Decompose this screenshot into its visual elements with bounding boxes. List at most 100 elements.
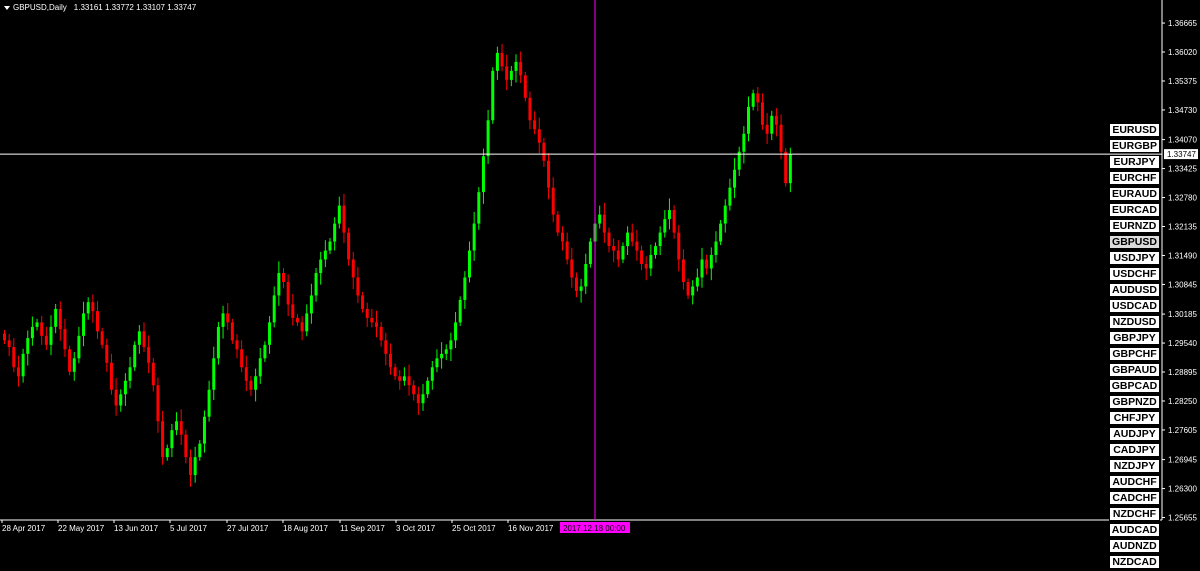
candle <box>337 196 341 229</box>
symbol-button-audnzd[interactable]: AUDNZD <box>1109 539 1160 553</box>
candle <box>612 238 616 263</box>
symbol-button-euraud[interactable]: EURAUD <box>1109 187 1160 201</box>
candle <box>72 352 76 381</box>
candle-body <box>179 421 183 435</box>
candle-body <box>574 277 578 291</box>
symbol-button-eurcad[interactable]: EURCAD <box>1109 203 1160 217</box>
candle <box>133 341 137 371</box>
candle <box>342 193 346 243</box>
symbol-button-gbpnzd[interactable]: GBPNZD <box>1109 395 1160 409</box>
candle-body <box>760 102 764 125</box>
price-chart[interactable]: 1.36665 1.36020 1.35375 1.34730 1.34070 1.334… <box>0 0 1200 538</box>
candle <box>314 268 318 302</box>
candle-body <box>430 367 434 381</box>
candle-body <box>109 362 113 390</box>
candle-body <box>402 376 406 381</box>
symbol-button-gbpcad[interactable]: GBPCAD <box>1109 379 1160 393</box>
symbol-button-gbpusd[interactable]: GBPUSD <box>1109 235 1160 249</box>
candle <box>216 321 220 365</box>
candle-body <box>272 295 276 323</box>
candle-body <box>7 340 11 348</box>
candle <box>189 449 192 487</box>
symbol-button-audcad[interactable]: AUDCAD <box>1109 523 1160 537</box>
candle-body <box>686 281 690 296</box>
candle <box>198 440 202 461</box>
candle <box>444 344 448 361</box>
symbol-button-usdchf[interactable]: USDCHF <box>1109 267 1160 281</box>
candle-body <box>616 250 620 260</box>
symbol-button-nzdcad[interactable]: NZDCAD <box>1109 555 1160 569</box>
candle <box>774 108 778 137</box>
symbol-button-gbpaud[interactable]: GBPAUD <box>1109 363 1160 377</box>
candle <box>375 310 378 338</box>
symbol-button-audchf[interactable]: AUDCHF <box>1109 475 1160 489</box>
candle <box>44 326 48 350</box>
candle-body <box>491 70 495 121</box>
candle <box>91 294 95 323</box>
candle <box>361 291 365 313</box>
symbol-button-usdcad[interactable]: USDCAD <box>1109 299 1160 313</box>
candle <box>128 356 132 389</box>
candle <box>700 247 704 288</box>
candle-body <box>537 129 541 143</box>
candle-body <box>463 277 467 300</box>
price-axis: 1.36665 1.36020 1.35375 1.34730 1.34070 1.334… <box>1162 19 1197 523</box>
candle <box>333 217 337 251</box>
candle-body <box>254 376 258 390</box>
candle-body <box>198 443 202 458</box>
candle-body <box>695 277 699 287</box>
candle <box>263 341 267 362</box>
candle-body <box>128 367 132 381</box>
candle <box>491 67 495 124</box>
candle-body <box>472 223 476 251</box>
price-tick-label: 1.27605 <box>1168 426 1197 435</box>
candle <box>686 278 690 300</box>
candle-body <box>654 246 657 256</box>
candle <box>379 321 383 347</box>
candle-body <box>151 362 155 386</box>
candle <box>584 253 588 295</box>
ohlc-values: 1.33161 1.33772 1.33107 1.33747 <box>73 3 197 12</box>
candle <box>714 231 718 263</box>
symbol-button-nzdusd[interactable]: NZDUSD <box>1109 315 1160 329</box>
candle <box>7 334 11 357</box>
candle <box>319 251 323 285</box>
candle <box>635 229 639 261</box>
symbol-button-gbpjpy[interactable]: GBPJPY <box>1109 331 1160 345</box>
symbol-button-eurnzd[interactable]: EURNZD <box>1109 219 1160 233</box>
crosshair-date-label: 2017.12.18 00:00 <box>563 524 626 533</box>
candle-body <box>435 358 439 368</box>
symbol-button-cadchf[interactable]: CADCHF <box>1109 491 1160 505</box>
candle <box>328 237 332 255</box>
candle <box>309 283 313 324</box>
candle <box>449 332 453 362</box>
symbol-button-eurjpy[interactable]: EURJPY <box>1109 155 1160 169</box>
chevron-down-icon[interactable] <box>4 5 10 10</box>
symbol-button-eurchf[interactable]: EURCHF <box>1109 171 1160 185</box>
candle-body <box>12 347 16 368</box>
symbol-button-cadjpy[interactable]: CADJPY <box>1109 443 1160 457</box>
symbol-button-eurusd[interactable]: EURUSD <box>1109 123 1160 137</box>
symbol-button-audusd[interactable]: AUDUSD <box>1109 283 1160 297</box>
candle <box>40 316 44 345</box>
symbol-button-usdjpy[interactable]: USDJPY <box>1109 251 1160 265</box>
candle-body <box>268 322 272 345</box>
candle <box>179 409 183 445</box>
symbol-button-nzdchf[interactable]: NZDCHF <box>1109 507 1160 521</box>
symbol-button-eurgbp[interactable]: EURGBP <box>1109 139 1160 153</box>
candle <box>416 386 420 415</box>
symbol-button-gbpchf[interactable]: GBPCHF <box>1109 347 1160 361</box>
candle-body <box>388 353 392 368</box>
candle-body <box>226 313 230 323</box>
candle-body <box>449 340 453 350</box>
symbol-button-audjpy[interactable]: AUDJPY <box>1109 427 1160 441</box>
symbol-button-nzdjpy[interactable]: NZDJPY <box>1109 459 1160 473</box>
candle <box>588 237 592 268</box>
candle-body <box>295 317 299 323</box>
candle <box>440 342 444 369</box>
candle <box>63 318 67 357</box>
symbol-button-chfjpy[interactable]: CHFJPY <box>1109 411 1160 425</box>
candle-body <box>468 250 471 278</box>
candle-body <box>365 308 369 318</box>
candle-body <box>314 272 318 296</box>
